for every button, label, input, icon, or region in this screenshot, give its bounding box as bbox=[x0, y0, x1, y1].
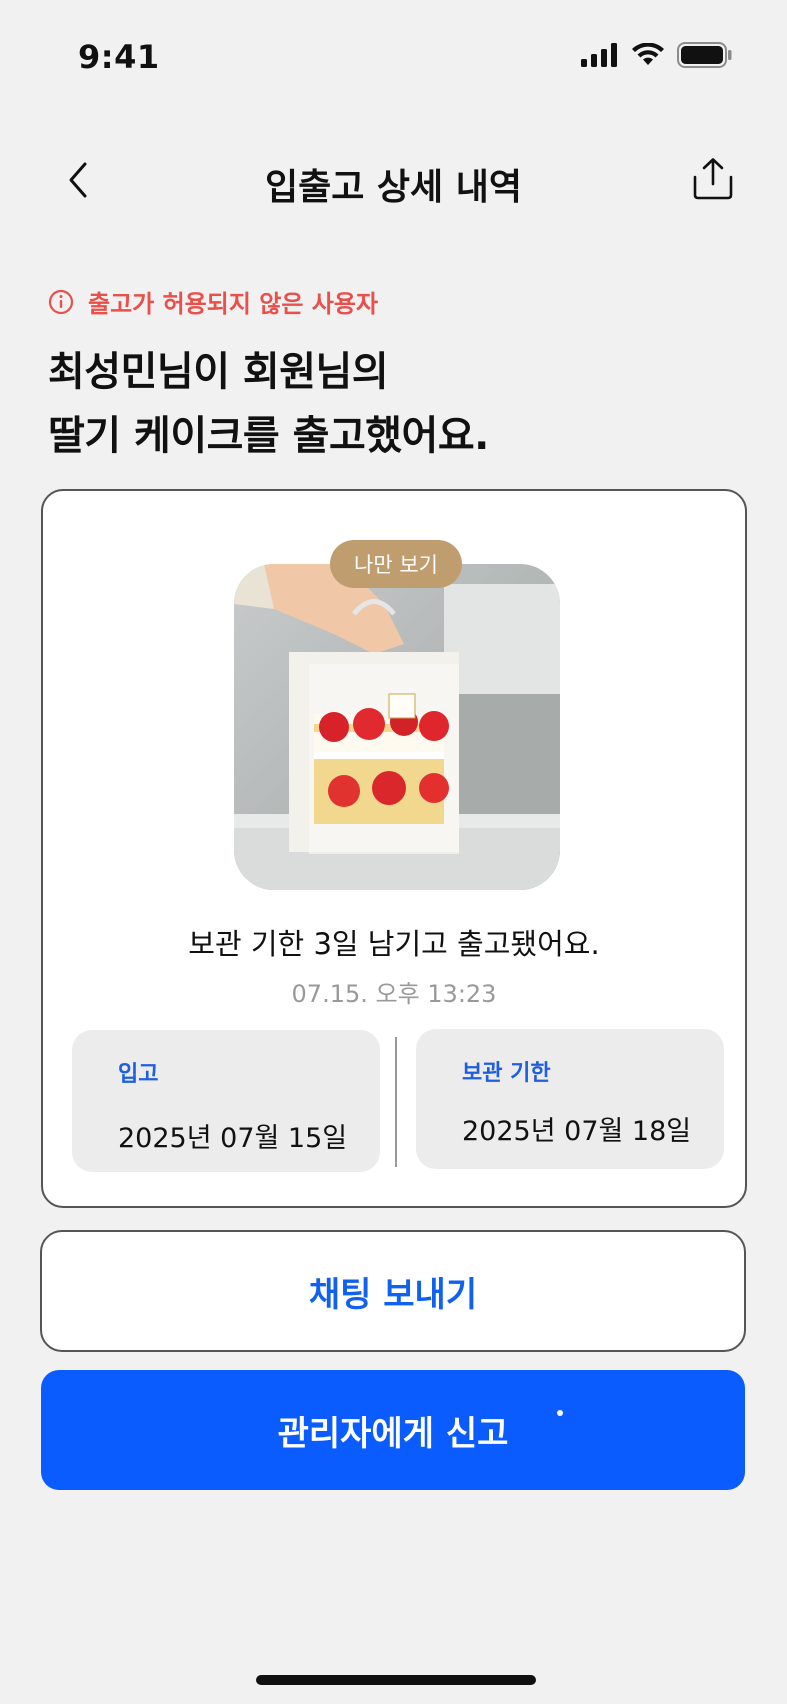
share-button[interactable] bbox=[689, 154, 737, 204]
status-icons bbox=[581, 42, 733, 68]
info-divider bbox=[395, 1037, 397, 1167]
status-bar: 9:41 bbox=[0, 0, 787, 115]
home-indicator[interactable] bbox=[256, 1675, 536, 1685]
status-time: 9:41 bbox=[78, 38, 160, 76]
headline-line-2: 딸기 케이크를 출고했어요. bbox=[48, 413, 489, 459]
expiry-date: 2025년 07월 18일 bbox=[462, 1116, 692, 1147]
send-chat-button[interactable]: 채팅 보내기 bbox=[40, 1230, 746, 1352]
wifi-icon bbox=[632, 43, 664, 65]
report-to-admin-button[interactable]: 관리자에게 신고 bbox=[41, 1370, 745, 1490]
expiry-label: 보관 기한 bbox=[462, 1061, 551, 1086]
info-circle-icon bbox=[48, 289, 74, 314]
headline: 최성민님이 회원님의 딸기 케이크를 출고했어요. bbox=[48, 340, 489, 468]
strawberry-cake-image bbox=[234, 564, 560, 890]
stock-in-box: 입고 2025년 07월 15일 bbox=[72, 1030, 380, 1172]
private-badge: 나만 보기 bbox=[330, 540, 462, 588]
cellular-signal-icon bbox=[581, 43, 617, 67]
warning-message: 출고가 허용되지 않은 사용자 bbox=[48, 284, 378, 319]
item-photo bbox=[234, 564, 560, 890]
page-title: 입출고 상세 내역 bbox=[265, 167, 522, 208]
report-button-label: 관리자에게 신고 bbox=[277, 1413, 509, 1454]
share-icon bbox=[693, 158, 733, 200]
stock-in-date: 2025년 07월 15일 bbox=[118, 1123, 348, 1154]
battery-icon bbox=[677, 42, 732, 68]
release-timestamp: 07.15. 오후 13:23 bbox=[291, 980, 497, 1008]
expiry-box: 보관 기한 2025년 07월 18일 bbox=[416, 1029, 724, 1169]
warning-text: 출고가 허용되지 않은 사용자 bbox=[88, 290, 379, 318]
release-message: 보관 기한 3일 남기고 출고됐어요. bbox=[188, 927, 600, 961]
navigation-bar: 입출고 상세 내역 bbox=[0, 140, 787, 220]
stock-in-label: 입고 bbox=[118, 1062, 159, 1087]
notification-dot bbox=[557, 1410, 563, 1416]
detail-card: 나만 보기 보관 기한 3일 남기고 출고됐어요. 07.15. 오후 13:2… bbox=[41, 489, 747, 1208]
headline-line-1: 최성민님이 회원님의 bbox=[48, 349, 389, 395]
